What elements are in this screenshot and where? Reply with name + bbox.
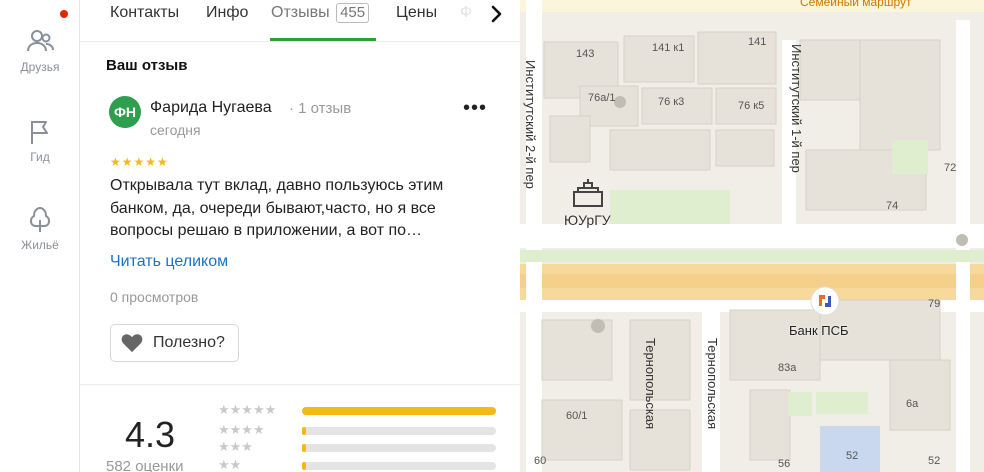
map-building-label: 52 [846, 450, 859, 462]
tab-contacts[interactable]: Контакты [110, 2, 179, 24]
rating-bar-track [302, 407, 496, 415]
rating-bar-track [302, 427, 496, 435]
rating-value: 4.3 [125, 414, 176, 455]
place-panel: Контакты Инфо Отзывы 455 Цены Ф Ваш отзы… [80, 0, 520, 472]
tab-reviews-count: 455 [336, 3, 370, 23]
map-street-label: Институтский 2-й пер [523, 60, 538, 189]
read-more-link[interactable]: Читать целиком [110, 253, 228, 271]
map-building-label: 141 к1 [652, 42, 685, 54]
university-icon [573, 179, 603, 207]
section-title: Ваш отзыв [106, 57, 188, 74]
flag-icon [31, 121, 48, 144]
map-landmark-label[interactable]: ЮУрГУ [564, 212, 611, 228]
rating-bar-stars: ★★★★ [218, 422, 265, 437]
map-building-label: 83а [778, 362, 797, 374]
rail-item-housing[interactable]: Жильё [0, 204, 80, 252]
useful-button[interactable]: Полезно? [110, 324, 239, 362]
tab-info[interactable]: Инфо [206, 2, 248, 24]
rating-bar-stars: ★★ [218, 457, 242, 472]
rating-bar-row: ★★★★ [218, 422, 498, 438]
rating-bar-stars: ★★★★★ [218, 402, 277, 417]
map-building-label: 72 [944, 162, 957, 174]
tab-reviews-label: Отзывы [271, 4, 330, 21]
review-date: сегодня [150, 122, 201, 138]
more-options-button[interactable]: ••• [460, 98, 490, 124]
tab-reviews[interactable]: Отзывы 455 [271, 2, 370, 24]
active-tab-indicator [270, 38, 376, 41]
map-building-label: 52 [928, 455, 941, 467]
views-count: 0 просмотров [110, 289, 199, 305]
rating-bar-fill [302, 427, 306, 435]
rating-bar-fill [302, 462, 306, 470]
rating-bar-row: ★★ [218, 457, 498, 472]
avatar[interactable]: ФН [109, 96, 141, 128]
rail-item-friends[interactable]: Друзья [0, 26, 80, 74]
tab-prices[interactable]: Цены [396, 2, 437, 24]
map-building-label: 79 [928, 298, 941, 310]
divider [80, 384, 520, 385]
rating-count: 582 оценки [106, 458, 184, 472]
review-stars: ★★★★★ [110, 155, 169, 169]
review-author[interactable]: Фарида Нугаева [150, 99, 272, 117]
useful-label: Полезно? [153, 334, 225, 351]
map-street-label: Институтский 1-й пер [789, 44, 804, 173]
map-building-label: 74 [886, 200, 899, 212]
tab-bar: Контакты Инфо Отзывы 455 Цены Ф [80, 0, 520, 42]
bank-icon[interactable] [810, 286, 840, 316]
map-street-label: Тернопольская [705, 338, 720, 430]
map-building-label: 56 [778, 458, 791, 470]
rating-bar-fill [302, 407, 496, 415]
map-route-label: Семейный маршрут [800, 0, 912, 9]
rail-item-guide[interactable]: Гид [0, 116, 80, 164]
map-building-label: 76 к5 [738, 100, 765, 112]
map-building-label: 76а/1 [588, 92, 616, 104]
map-building-label: 141 [748, 36, 767, 48]
rail-label-guide: Гид [30, 150, 50, 164]
friends-icon [27, 30, 54, 52]
map-street-label: Тернопольская [643, 338, 658, 430]
map-landmark-label[interactable]: Банк ПСБ [789, 323, 849, 338]
rating-bar-stars: ★★★ [218, 439, 253, 454]
author-review-count: · 1 отзыв [289, 100, 352, 117]
rating-bar-row: ★★★★★ [218, 402, 498, 418]
map-building-label: 6а [906, 398, 919, 410]
rating-bar-fill [302, 444, 306, 452]
left-rail: Друзья Гид Жильё [0, 0, 80, 472]
heart-icon [121, 334, 143, 353]
rating-bar-row: ★★★ [218, 439, 498, 455]
map-building-label: 143 [576, 48, 595, 60]
chevron-right-icon[interactable] [484, 2, 508, 26]
map-building-label: 60/1 [566, 410, 588, 422]
review-text: Открывала тут вклад, давно пользуюсь эти… [110, 177, 444, 239]
map-view[interactable]: Семейный маршрут 143 141 к1 141 76а/1 76… [520, 0, 984, 472]
map-building-label: 76 к3 [658, 96, 685, 108]
rating-bar-track [302, 462, 496, 470]
rail-label-housing: Жильё [21, 238, 59, 252]
rail-label-friends: Друзья [20, 60, 60, 74]
map-building-label: 60 [534, 455, 547, 467]
notification-dot [60, 10, 68, 18]
rating-bar-track [302, 444, 496, 452]
housing-icon [29, 206, 51, 232]
